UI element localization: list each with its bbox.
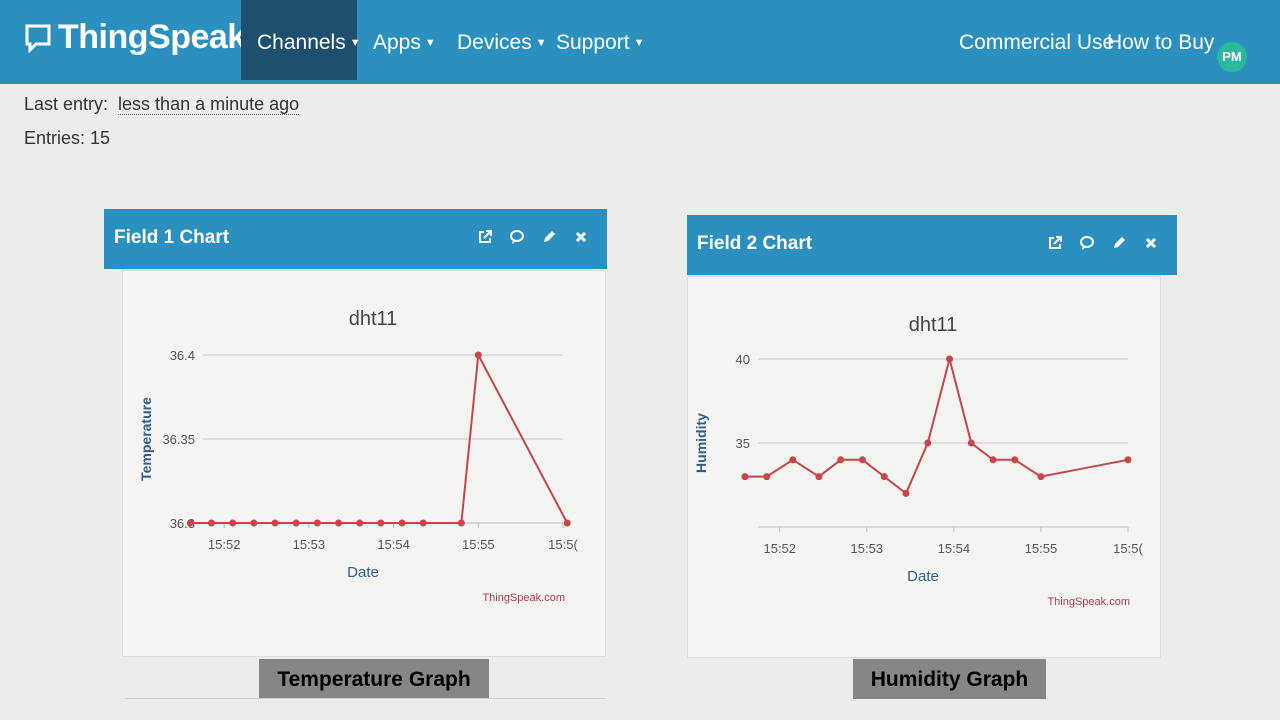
pencil-icon[interactable] bbox=[1111, 235, 1127, 251]
pencil-icon[interactable] bbox=[541, 229, 557, 245]
chart-title: dht11 bbox=[909, 314, 958, 336]
top-navbar: ThingSpeakTM Channels▼ Apps▼ Devices▼ Su… bbox=[0, 0, 1280, 84]
field-2-chart-body: dht11 35 40 15:52 15:53 15:54 15:55 15:5( Date Hu… bbox=[687, 276, 1161, 658]
temperature-chart: dht1136.336.3536.415:52 15:53 15:54 15:55 15… bbox=[138, 308, 578, 604]
data-point bbox=[271, 519, 279, 527]
data-point bbox=[989, 456, 997, 464]
x-tick-label: 15:52 bbox=[208, 537, 241, 552]
nav-apps[interactable]: Apps ▼ bbox=[357, 0, 452, 80]
thingspeak-credit: ThingSpeak.com bbox=[482, 592, 565, 604]
x-tick-label: 15:52 bbox=[763, 541, 796, 556]
comment-icon[interactable] bbox=[1079, 235, 1095, 251]
data-point bbox=[457, 519, 465, 527]
data-point bbox=[292, 519, 300, 527]
data-point bbox=[229, 519, 237, 527]
last-entry-label: Last entry: bbox=[24, 94, 109, 114]
external-link-icon[interactable] bbox=[1047, 235, 1063, 251]
data-point bbox=[1037, 473, 1045, 481]
data-point bbox=[186, 519, 194, 527]
field-1-chart-panel: Field 1 Chart bbox=[104, 209, 607, 269]
y-tick-label: 36.35 bbox=[162, 432, 195, 447]
data-point bbox=[1011, 456, 1019, 464]
data-point bbox=[335, 519, 343, 527]
field-1-chart-body: dht11 36.3 36.35 36.4 15:52 15:53 15:54 15:55 15… bbox=[122, 270, 606, 657]
x-tick-label: 15:55 bbox=[462, 537, 495, 552]
data-point bbox=[250, 519, 258, 527]
data-point bbox=[741, 473, 749, 481]
data-point bbox=[563, 519, 571, 527]
humidity-chart: dht11 35 40 15:52 15:53 15:54 15:55 15:5( Date Hu… bbox=[693, 314, 1143, 608]
x-axis-label: Date bbox=[907, 568, 939, 585]
data-point bbox=[207, 519, 215, 527]
x-tick-label: 15:55 bbox=[1025, 541, 1058, 556]
data-point bbox=[924, 439, 932, 447]
data-point bbox=[313, 519, 321, 527]
panel-title: Field 1 Chart bbox=[114, 227, 230, 248]
data-point bbox=[377, 519, 385, 527]
temperature-graph-caption: Temperature Graph bbox=[259, 659, 489, 699]
y-axis-label: Humidity bbox=[693, 413, 709, 473]
field-2-chart-panel: Field 2 Chart bbox=[687, 215, 1177, 275]
user-avatar[interactable]: PM bbox=[1217, 42, 1247, 72]
x-tick-label: 15:53 bbox=[851, 541, 884, 556]
series-line bbox=[744, 355, 1129, 495]
divider bbox=[125, 698, 605, 699]
nav-apps-label: Apps bbox=[373, 31, 421, 54]
data-point bbox=[398, 519, 406, 527]
chat-bubble-icon bbox=[25, 24, 51, 53]
nav-channels-label: Channels bbox=[257, 31, 346, 54]
x-tick-label: 15:54 bbox=[377, 537, 410, 552]
panel-toolbar bbox=[477, 229, 589, 245]
data-point bbox=[419, 519, 427, 527]
entries-count: Entries: 15 bbox=[24, 128, 111, 148]
nav-channels[interactable]: Channels ▼ bbox=[241, 0, 361, 80]
x-axis-label: Date bbox=[347, 564, 379, 581]
chart-title: dht11 bbox=[349, 308, 398, 330]
x-tick-label: 15:54 bbox=[938, 541, 971, 556]
nav-support-label: Support bbox=[556, 31, 630, 54]
close-icon[interactable] bbox=[1143, 235, 1159, 251]
x-tick-label: 15:5( bbox=[548, 537, 578, 552]
y-tick-label: 35 bbox=[736, 436, 750, 451]
y-axis-label: Temperature bbox=[138, 397, 154, 481]
caret-down-icon: ▼ bbox=[424, 37, 436, 50]
data-point bbox=[880, 473, 888, 481]
humidity-graph-caption: Humidity Graph bbox=[853, 659, 1046, 699]
data-point bbox=[946, 355, 954, 363]
panel-toolbar bbox=[1047, 235, 1159, 251]
last-entry-row: Last entry: less than a minute ago bbox=[24, 94, 300, 115]
thingspeak-credit: ThingSpeak.com bbox=[1047, 596, 1130, 608]
data-point bbox=[837, 456, 845, 464]
data-point bbox=[858, 456, 866, 464]
data-point bbox=[1124, 456, 1132, 464]
panel-title: Field 2 Chart bbox=[697, 233, 813, 254]
y-tick-label: 36.4 bbox=[170, 348, 195, 363]
data-point bbox=[815, 473, 823, 481]
x-tick-label: 15:5( bbox=[1113, 541, 1143, 556]
nav-devices-label: Devices bbox=[457, 31, 532, 54]
external-link-icon[interactable] bbox=[477, 229, 493, 245]
brand-name: ThingSpeak bbox=[58, 18, 246, 56]
close-icon[interactable] bbox=[573, 229, 589, 245]
last-entry-value[interactable]: less than a minute ago bbox=[118, 94, 300, 115]
nav-support[interactable]: Support ▼ bbox=[540, 0, 660, 80]
comment-icon[interactable] bbox=[509, 229, 525, 245]
data-point bbox=[763, 473, 771, 481]
panel-header: Field 2 Chart bbox=[687, 215, 1177, 275]
x-tick-label: 15:53 bbox=[293, 537, 326, 552]
thingspeak-logo[interactable]: ThingSpeakTM bbox=[24, 18, 265, 57]
caret-down-icon: ▼ bbox=[633, 37, 645, 50]
data-point bbox=[902, 489, 910, 497]
data-point bbox=[967, 439, 975, 447]
data-point bbox=[474, 351, 482, 359]
data-point bbox=[356, 519, 364, 527]
panel-header: Field 1 Chart bbox=[104, 209, 607, 269]
data-point bbox=[789, 456, 797, 464]
y-tick-label: 40 bbox=[736, 352, 750, 367]
nav-how-to-buy[interactable]: How to Buy bbox=[1091, 0, 1230, 80]
